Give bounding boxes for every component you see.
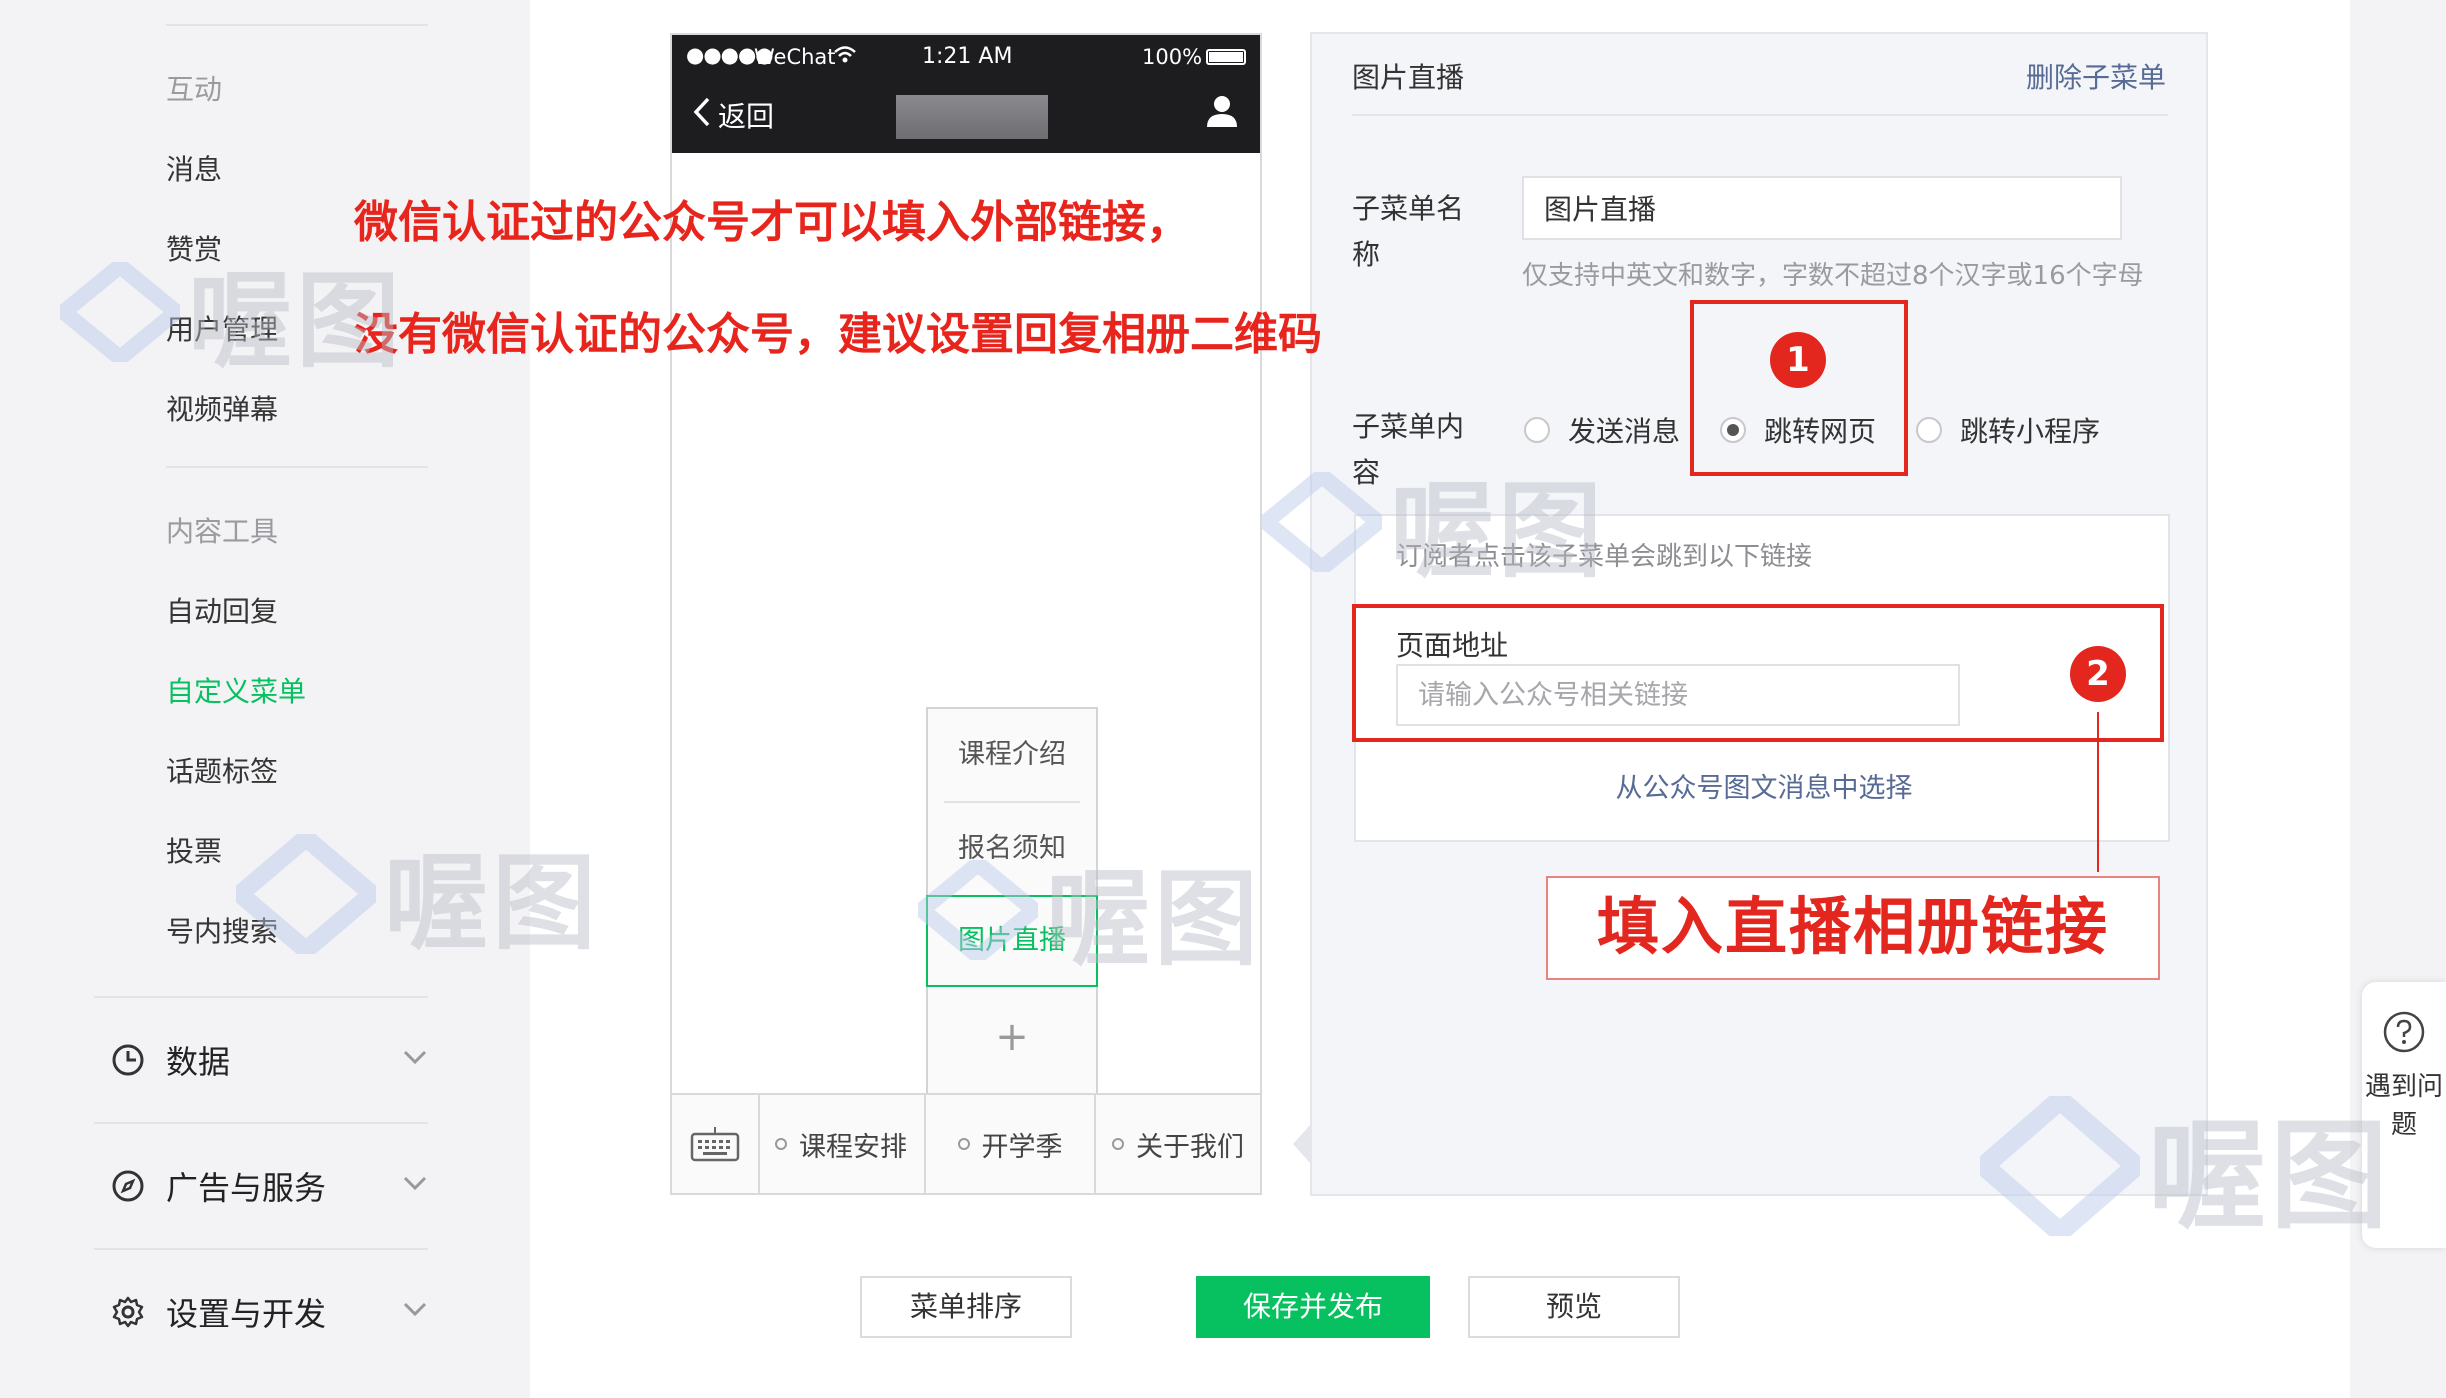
chevron-down-icon <box>400 1294 430 1328</box>
sidebar-item-topic-tags[interactable]: 话题标签 <box>166 750 278 790</box>
sidebar-item-messages[interactable]: 消息 <box>166 148 222 188</box>
delete-submenu-link[interactable]: 删除子菜单 <box>2026 56 2166 96</box>
step-badge-1: 1 <box>1770 332 1826 388</box>
radio-send-message[interactable]: 发送消息 <box>1524 410 1680 450</box>
submenu-name-input[interactable] <box>1522 176 2122 240</box>
phone-menu-bar: 课程安排 开学季 关于我们 <box>672 1093 1260 1193</box>
highlight-box-2 <box>1352 604 2164 742</box>
wifi-icon <box>834 45 856 69</box>
divider <box>94 1122 428 1124</box>
help-text: 遇到问题 <box>2364 1072 2443 1140</box>
radio-label: 发送消息 <box>1568 415 1681 448</box>
account-name-blurred <box>896 95 1048 139</box>
menu-dot-icon <box>957 1138 970 1150</box>
back-label: 返回 <box>718 100 775 133</box>
radio-label: 跳转小程序 <box>1960 415 2101 448</box>
profile-icon[interactable] <box>1204 93 1240 133</box>
gear-icon <box>110 1294 146 1330</box>
battery-icon <box>1206 49 1246 65</box>
help-widget[interactable]: 遇到问题 <box>2362 982 2446 1248</box>
radio-circle <box>1524 417 1550 443</box>
highlight-box-1 <box>1690 300 1908 476</box>
menu-tab-label: 开学季 <box>981 1131 1063 1163</box>
divider <box>94 1248 428 1250</box>
menu-dot-icon <box>775 1138 787 1150</box>
annotation-text-line-1: 微信认证过的公众号才可以填入外部链接， <box>354 197 1190 248</box>
link-hint: 订阅者点击该子菜单会跳到以下链接 <box>1396 542 1813 572</box>
menu-tab[interactable]: 课程安排 <box>758 1095 926 1193</box>
sidebar-section-content-tools: 内容工具 <box>166 515 279 548</box>
divider <box>166 24 428 26</box>
status-bar: ●●●●● WeChat 1:21 AM 100% <box>672 43 1260 79</box>
sidebar-item-video-danmaku[interactable]: 视频弹幕 <box>166 388 278 428</box>
menu-sort-button[interactable]: 菜单排序 <box>860 1276 1072 1338</box>
sidebar-group-label: 数据 <box>166 1043 231 1081</box>
sidebar-group-settings-dev[interactable]: 设置与开发 <box>110 1284 430 1340</box>
sidebar-item-user-management[interactable]: 用户管理 <box>166 308 278 348</box>
menu-tab[interactable]: 开学季 <box>926 1095 1096 1193</box>
preview-button[interactable]: 预览 <box>1468 1276 1680 1338</box>
sidebar-item-appreciation[interactable]: 赞赏 <box>166 228 222 268</box>
content-label: 子菜单内容 <box>1352 410 1465 489</box>
radio-circle <box>1916 417 1942 443</box>
divider <box>166 466 428 468</box>
submenu-item[interactable]: 课程介绍 <box>928 709 1096 801</box>
sidebar-group-label: 广告与服务 <box>166 1169 327 1207</box>
carrier-label: WeChat <box>754 45 836 69</box>
sidebar-item-vote[interactable]: 投票 <box>166 830 222 870</box>
name-label: 子菜单名称 <box>1352 192 1465 271</box>
divider <box>94 996 428 998</box>
menu-tab-label: 关于我们 <box>1136 1131 1244 1163</box>
submenu-item-selected[interactable]: 图片直播 <box>926 895 1098 987</box>
sidebar-section-interact: 互动 <box>166 73 223 106</box>
menu-tab-label: 课程安排 <box>799 1131 907 1163</box>
submenu-popup: 课程介绍 报名须知 图片直播 + <box>926 707 1098 1109</box>
question-icon <box>2382 1010 2426 1058</box>
sidebar-item-auto-reply[interactable]: 自动回复 <box>166 590 278 630</box>
menu-tab[interactable]: 关于我们 <box>1096 1095 1260 1193</box>
phone-header: ●●●●● WeChat 1:21 AM 100% 返回 <box>672 35 1260 153</box>
compass-icon <box>110 1168 146 1204</box>
chevron-down-icon <box>400 1042 430 1076</box>
name-hint: 仅支持中英文和数字，字数不超过8个汉字或16个字母 <box>1522 261 2144 291</box>
callout-connector <box>2097 712 2099 872</box>
choose-from-articles-link[interactable]: 从公众号图文消息中选择 <box>1356 766 2172 805</box>
save-publish-button[interactable]: 保存并发布 <box>1196 1276 1430 1338</box>
callout-label: 填入直播相册链接 <box>1546 876 2160 980</box>
back-button[interactable]: 返回 <box>692 95 774 135</box>
sidebar-group-label: 设置与开发 <box>166 1295 327 1333</box>
page: 互动 消息 赞赏 用户管理 视频弹幕 内容工具 自动回复 自定义菜单 话题标签 … <box>0 0 2446 1398</box>
chevron-left-icon <box>692 96 712 135</box>
chevron-down-icon <box>400 1168 430 1202</box>
sidebar-group-ads-services[interactable]: 广告与服务 <box>110 1158 430 1214</box>
radio-open-miniprogram[interactable]: 跳转小程序 <box>1916 410 2100 450</box>
clock-icon <box>110 1042 146 1078</box>
add-submenu-button[interactable]: + <box>928 991 1096 1083</box>
step-badge-2: 2 <box>2070 646 2126 702</box>
battery-percent: 100% <box>1142 45 1203 69</box>
sidebar-group-data[interactable]: 数据 <box>110 1032 430 1088</box>
submenu-item[interactable]: 报名须知 <box>928 803 1096 895</box>
sidebar-item-search[interactable]: 号内搜索 <box>166 910 278 950</box>
menu-dot-icon <box>1112 1138 1124 1150</box>
status-time: 1:21 AM <box>922 44 1013 69</box>
panel-pointer <box>1293 1124 1311 1164</box>
divider <box>1352 114 2168 116</box>
annotation-text-line-2: 没有微信认证的公众号，建议设置回复相册二维码 <box>354 309 1322 360</box>
keyboard-icon[interactable] <box>672 1095 760 1193</box>
panel-title: 图片直播 <box>1352 61 1465 94</box>
sidebar-item-custom-menu[interactable]: 自定义菜单 <box>166 670 306 710</box>
